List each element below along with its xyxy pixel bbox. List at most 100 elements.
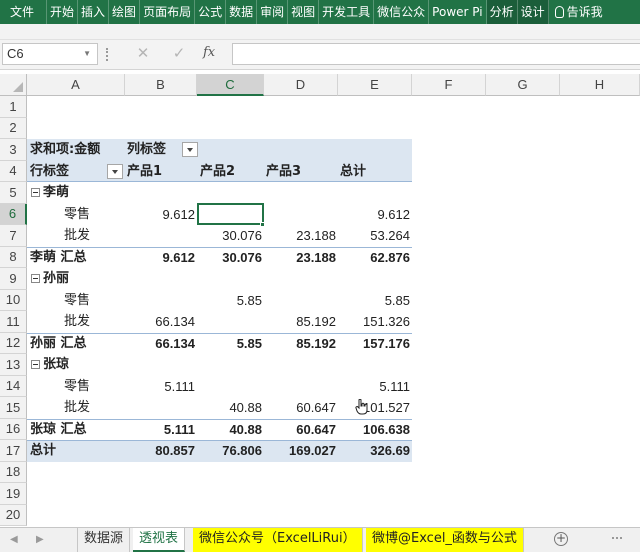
collapse-group-icon[interactable] [31,188,40,197]
row-header-1[interactable]: 1 [0,96,27,118]
chevron-down-icon[interactable]: ▼ [83,44,91,64]
formula-bar-splitter[interactable] [106,48,109,61]
row-header-5[interactable]: 5 [0,182,27,204]
pivot-row-labels[interactable]: 行标签 [30,161,69,183]
value-cell[interactable]: 9.612 [338,204,410,226]
ribbon-tab-page-layout[interactable]: 页面布局 [140,0,196,24]
value-cell[interactable] [264,204,336,226]
pivot-column-labels[interactable]: 列标签 [127,139,166,161]
row-header-17[interactable]: 17 [0,440,27,462]
row-header-4[interactable]: 4 [0,160,27,182]
header-product2[interactable]: 产品2 [200,161,235,183]
tell-me-search[interactable]: 告诉我 [549,0,606,24]
grand-total-cell[interactable]: 169.027 [264,440,336,462]
subtotal-cell[interactable]: 66.134 [125,333,195,355]
ribbon-tab-analyze[interactable]: 分析 [486,0,518,24]
subtotal-cell[interactable]: 23.188 [264,247,336,269]
grand-total-cell[interactable]: 326.69 [338,440,410,462]
column-header-a[interactable]: A [27,74,125,96]
row-header-6[interactable]: 6 [0,203,27,225]
row-header-14[interactable]: 14 [0,375,27,397]
subtotal-cell[interactable]: 62.876 [338,247,410,269]
column-header-e[interactable]: E [338,74,412,96]
value-cell[interactable] [125,397,195,419]
value-cell[interactable] [264,376,336,398]
value-cell[interactable]: 53.264 [338,225,410,247]
ribbon-tab-design[interactable]: 设计 [517,0,549,24]
ribbon-tab-developer[interactable]: 开发工具 [319,0,375,24]
row-header-8[interactable]: 8 [0,246,27,268]
sheet-tab-pivot[interactable]: 透视表 [133,528,186,552]
subtotal-cell[interactable]: 106.638 [338,419,410,441]
value-cell[interactable]: 5.111 [338,376,410,398]
item-label[interactable]: 批发 [64,225,90,247]
value-cell[interactable] [197,376,262,398]
ribbon-tab-formulas[interactable]: 公式 [195,0,227,24]
add-sheet-icon[interactable]: + [554,532,568,546]
grand-total-label[interactable]: 总计 [30,440,56,462]
ribbon-tab-power-pivot[interactable]: Power Pi [429,0,487,24]
select-all-corner[interactable] [0,74,27,96]
row-header-11[interactable]: 11 [0,311,27,333]
column-header-c[interactable]: C [197,74,264,96]
value-cell[interactable]: 40.88 [197,397,262,419]
scroll-tabs-right-icon[interactable]: ▶ [36,534,44,545]
grand-total-cell[interactable]: 76.806 [197,440,262,462]
insert-function-icon[interactable]: fx [203,45,215,60]
value-cell[interactable]: 23.188 [264,225,336,247]
subtotal-cell[interactable]: 9.612 [125,247,195,269]
row-filter-dropdown-icon[interactable] [107,164,123,179]
subtotal-cell[interactable]: 5.111 [125,419,195,441]
column-header-h[interactable]: H [560,74,640,96]
row-header-13[interactable]: 13 [0,354,27,376]
ribbon-tab-data[interactable]: 数据 [226,0,258,24]
group-label[interactable]: 张琼 [43,354,69,376]
item-label[interactable]: 零售 [64,376,90,398]
fill-handle[interactable] [260,222,265,227]
row-header-18[interactable]: 18 [0,461,27,483]
group-label[interactable]: 孙丽 [43,268,69,290]
value-cell[interactable]: 9.612 [125,204,195,226]
value-cell[interactable]: 151.326 [338,311,410,333]
ribbon-tab-file[interactable]: 文件 [0,0,48,24]
row-header-3[interactable]: 3 [0,139,27,161]
header-grand-total[interactable]: 总计 [340,161,366,183]
row-header-9[interactable]: 9 [0,268,27,290]
header-product1[interactable]: 产品1 [127,161,162,183]
row-header-19[interactable]: 19 [0,483,27,505]
column-header-d[interactable]: D [264,74,338,96]
row-header-15[interactable]: 15 [0,397,27,419]
collapse-group-icon[interactable] [31,360,40,369]
column-header-g[interactable]: G [486,74,560,96]
value-cell[interactable]: 5.85 [338,290,410,312]
subtotal-cell[interactable]: 30.076 [197,247,262,269]
group-label[interactable]: 李萌 [43,182,69,204]
row-header-10[interactable]: 10 [0,289,27,311]
formula-input[interactable] [232,43,640,65]
enter-icon[interactable]: ✓ [170,44,188,62]
pivot-values-label[interactable]: 求和项:金额 [30,139,100,161]
grand-total-cell[interactable]: 80.857 [125,440,195,462]
subtotal-cell[interactable]: 85.192 [264,333,336,355]
sheet-tab-wechat[interactable]: 微信公众号（ExcelLiRui） [193,528,363,552]
ribbon-tab-home[interactable]: 开始 [47,0,79,24]
value-cell[interactable] [197,311,262,333]
column-header-f[interactable]: F [412,74,486,96]
tab-splitter[interactable] [612,537,622,540]
row-header-16[interactable]: 16 [0,418,27,440]
row-header-12[interactable]: 12 [0,332,27,354]
header-product3[interactable]: 产品3 [266,161,301,183]
ribbon-tab-draw[interactable]: 绘图 [109,0,141,24]
subtotal-cell[interactable]: 5.85 [197,333,262,355]
scroll-tabs-left-icon[interactable]: ◀ [10,534,18,545]
value-cell[interactable]: 5.111 [125,376,195,398]
item-label[interactable]: 批发 [64,397,90,419]
active-cell-selection[interactable] [197,203,264,225]
ribbon-tab-review[interactable]: 审阅 [257,0,289,24]
collapse-group-icon[interactable] [31,274,40,283]
subtotal-cell[interactable]: 60.647 [264,419,336,441]
value-cell[interactable]: 60.647 [264,397,336,419]
item-label[interactable]: 零售 [64,290,90,312]
value-cell[interactable] [264,290,336,312]
subtotal-cell[interactable]: 40.88 [197,419,262,441]
